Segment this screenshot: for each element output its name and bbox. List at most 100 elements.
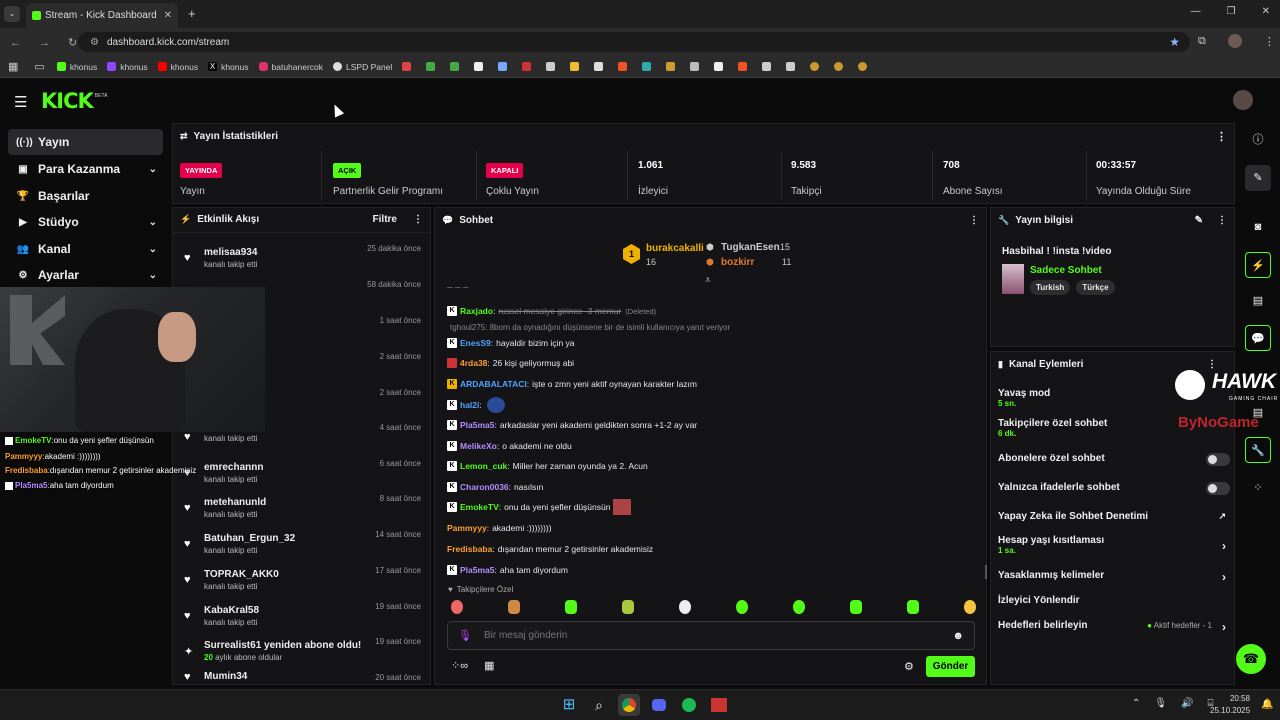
chat-icon[interactable]: 💬 [1245,325,1271,351]
send-button[interactable]: Gönder [926,656,975,677]
more-dots-icon[interactable]: ⋮ [413,214,423,225]
maximize-icon[interactable]: ❐ [1227,6,1236,17]
tab-search-icon[interactable]: ⌄ [4,6,20,22]
channel-action-row[interactable]: Yalnızca ifadelerle sohbet [998,482,1230,496]
chat-message[interactable]: Khal2i: [447,397,505,413]
discord-icon[interactable] [648,694,670,716]
user-avatar[interactable] [1233,90,1253,110]
speaker-icon[interactable]: 🔊 [1181,698,1193,709]
activity-event[interactable]: ♥ TOPRAK_AKK0 kanalı takip etti 17 saat önc… [174,562,431,598]
chat-message[interactable]: Pammyyy: akademi :)))))))) [447,520,552,536]
chat-username[interactable]: Lemon_cuk [460,461,507,471]
emote[interactable] [793,600,805,614]
toggle-switch[interactable] [1206,482,1230,495]
bookmark-item[interactable]: khonus [107,56,148,78]
chevron-right-icon[interactable]: › [1222,620,1226,634]
chat-message[interactable]: K Pla5ma5: arkadaslar yeni akademi geldikt… [447,417,697,433]
activity-event[interactable]: ♥ KabaKral58 kanalı takip etti 19 saat önce [174,598,431,634]
layout-icon[interactable]: ▤ [1245,400,1271,426]
activity-event[interactable]: ♥ Mumin34 20 saat önce [174,669,431,685]
chat-message[interactable]: K EnesS9: hayaldir bizim için ya [447,335,575,351]
chrome-icon[interactable] [618,694,640,716]
emote[interactable] [508,600,520,614]
chat-username[interactable]: 4rda38 [460,358,487,368]
bookmark-item[interactable]: Xkhonus [208,56,249,78]
activity-event[interactable]: ✦ Surrealist61 yeniden abone oldu! 20 aylı… [174,633,431,669]
wrench-icon[interactable]: 🔧 [1245,437,1271,463]
tag-chip[interactable]: Türkçe [1076,280,1115,295]
chat-message[interactable]: K MelikeXo: o akademi ne oldu [447,438,572,454]
browser-tab[interactable]: Stream - Kick Dashboard ✕ [26,3,178,28]
activity-event[interactable]: ♥ emrechannn kanalı takip etti 6 saat önce [174,455,431,491]
channel-action-row[interactable]: Abonelere özel sohbet [998,453,1230,467]
sidebar-item-ayarlar[interactable]: ⚙ Ayarlar ⌄ [8,262,163,288]
category-thumbnail[interactable] [1002,264,1024,294]
edit-icon[interactable]: ✎ [1245,165,1271,191]
apps-grid-icon[interactable]: ▦ [8,60,18,73]
chat-username[interactable]: EmokeTV [460,502,499,512]
emote[interactable] [565,600,577,614]
extensions-icon[interactable]: ⧉ [1198,35,1206,48]
reload-icon[interactable]: ↻ [68,36,77,49]
menu-dots-icon[interactable]: ⋮ [1264,35,1275,48]
site-info-icon[interactable]: ⚙ [90,37,99,48]
tag-chip[interactable]: Turkish [1030,280,1071,295]
chat-message[interactable]: Fredisbaba: dışarıdan memur 2 getirsinler… [447,541,653,557]
emote[interactable] [622,600,634,614]
folder-icon[interactable]: ▭ [34,60,44,73]
activity-event[interactable]: ♥ melisaa934 kanalı takip etti 25 dakika ön… [174,240,431,276]
chat-message[interactable]: K Raxjado: russel mesaiye girince -3 memur… [447,303,656,319]
chat-username[interactable]: Pammyyy [447,523,487,533]
chat-username[interactable]: Fredisbaba [447,544,492,554]
chat-message[interactable]: K EmokeTV: onu da yeni şefler düşünsün [447,499,632,515]
emote[interactable] [964,600,976,614]
leader-name[interactable]: burakcakalli [646,243,704,254]
chat-username[interactable]: Pla5ma5 [460,420,495,430]
chat-username[interactable]: EnesS9 [460,338,491,348]
more-dots-icon[interactable]: ⋮ [1217,215,1227,226]
chat-username[interactable]: hal2i [460,400,479,410]
network-icon[interactable]: ⁘ [1245,475,1271,501]
leader-name[interactable]: bozkirr [721,257,754,268]
chat-message[interactable]: K Charon0036: nasılsın [447,479,543,495]
sidebar-item-kanal[interactable]: 👥 Kanal ⌄ [8,236,163,262]
bookmark-star-icon[interactable]: ★ [1169,35,1180,49]
channel-action-row[interactable]: Yasaklanmış kelimeler › [998,570,1230,584]
search-icon[interactable]: ⌕ [588,694,610,716]
chat-message[interactable]: K ARDABALATACI: işte o zmn yeni aktif oyna… [447,376,697,392]
sidebar-item-yayin[interactable]: ((·)) Yayın [8,129,163,155]
chat-message[interactable]: K Lemon_cuk: Miller her zaman oyunda ya 2.… [447,458,648,474]
channel-action-row[interactable]: Yapay Zeka ile Sohbet Denetimi ↗ [998,511,1230,525]
store-icon[interactable]: ▦ [484,659,494,672]
chevron-right-icon[interactable]: › [1222,539,1226,553]
mic-icon[interactable]: 🎙 [458,629,472,642]
chat-username[interactable]: ARDABALATACI [460,379,527,389]
toggle-switch[interactable] [1206,453,1230,466]
forward-icon[interactable]: → [39,37,50,49]
more-dots-icon[interactable]: ⋮ [969,215,979,226]
leader-name[interactable]: TugkanEsen [721,242,780,253]
bookmark-item[interactable]: LSPD Panel [333,56,392,78]
points-icon[interactable]: ⁘∞ [451,659,468,672]
bookmark-item[interactable]: khonus [56,56,97,78]
chat-scrollbar[interactable] [985,565,987,579]
bookmark-item[interactable]: khonus [157,56,198,78]
hamburger-menu-icon[interactable]: ☰ [14,93,27,111]
minimize-icon[interactable]: — [1191,6,1201,17]
windows-start-icon[interactable]: ⊞ [558,694,580,716]
chat-message[interactable]: K Pla5ma5: aha tam diyordum [447,562,568,578]
back-icon[interactable]: ← [10,37,21,49]
chat-message[interactable]: 4rda38:26 kişi geliyormuş abi [447,355,574,371]
spotify-icon[interactable] [678,694,700,716]
sidebar-item-studyo[interactable]: ▶ Stüdyo ⌄ [8,209,163,235]
chat-input[interactable] [483,630,953,641]
info-icon[interactable]: ⓘ [1245,127,1271,153]
close-window-icon[interactable]: ✕ [1262,6,1270,17]
emote[interactable] [907,600,919,614]
kick-logo[interactable]: KICK BETA [41,89,107,113]
chat-username[interactable]: Pla5ma5 [460,565,495,575]
emote[interactable] [850,600,862,614]
sidebar-item-para-kazanma[interactable]: ▣ Para Kazanma ⌄ [8,156,163,182]
chat-settings-icon[interactable]: ⚙ [904,660,914,673]
emoji-icon[interactable]: ☻ [952,630,964,642]
